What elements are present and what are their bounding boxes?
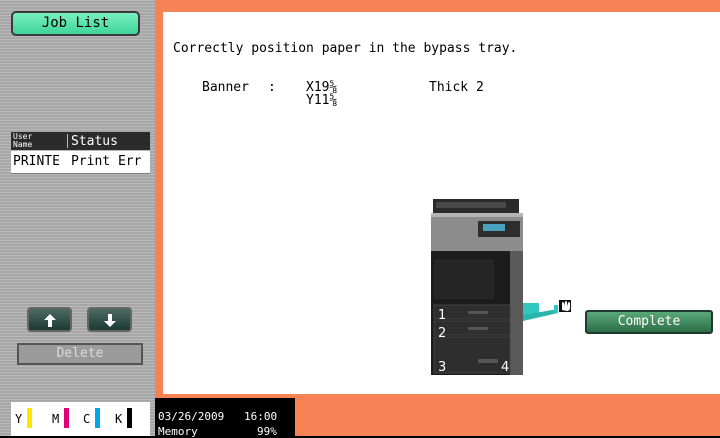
job-list-header: User Name Status [11,132,150,150]
toner-bar [127,408,132,428]
status-bar: 03/26/2009 16:00 Memory 99% [155,398,295,438]
scroll-up-button[interactable] [27,307,72,332]
copier-graphic: 1 2 3 4 [431,199,571,375]
paper-type: Banner [202,80,249,95]
toner-levels: Y M C K [11,402,150,436]
toner-black: K [115,408,132,428]
status-time: 16:00 [244,410,278,423]
header-divider [67,134,68,148]
instruction-message: Correctly position paper in the bypass t… [173,41,518,56]
job-row[interactable]: PRINTE Print Err [11,151,150,174]
arrow-up-icon [43,312,56,331]
paper-weight: Thick 2 [429,80,484,95]
toner-label: M [52,412,60,426]
job-status: Print Err [71,154,142,169]
toner-bar [64,408,69,428]
paper-colon: : [268,80,276,95]
toner-cyan: C [83,408,100,428]
toner-bar [27,408,32,428]
scroll-down-button[interactable] [87,307,132,332]
tray-number-3: 3 [438,360,446,375]
toner-bar [95,408,100,428]
job-user: PRINTE [13,154,60,169]
main-panel: Correctly position paper in the bypass t… [163,12,720,394]
tray-number-1: 1 [438,308,446,323]
user-name-header: User Name [13,133,65,149]
status-header: Status [71,134,118,149]
tray-number-4: 4 [501,360,509,375]
arrow-down-icon [103,312,116,331]
hand-icon [562,301,570,311]
memory-label: Memory [158,425,198,438]
complete-button[interactable]: Complete [585,310,713,334]
toner-label: K [115,412,123,426]
status-date: 03/26/2009 [158,410,225,423]
tray-number-2: 2 [438,326,446,341]
delete-button[interactable]: Delete [17,343,143,365]
user-name-header-line2: Name [13,140,33,149]
copier-illustration: 1 2 3 4 [428,199,588,379]
left-panel: Job List User Name Status PRINTE Print E… [0,0,155,436]
toner-yellow: Y [15,408,32,428]
paper-height: Y11⅝ [306,93,338,108]
toner-label: C [83,412,91,426]
toner-label: Y [15,412,23,426]
memory-value: 99% [257,425,277,438]
job-list-button[interactable]: Job List [11,11,140,36]
toner-magenta: M [52,408,69,428]
